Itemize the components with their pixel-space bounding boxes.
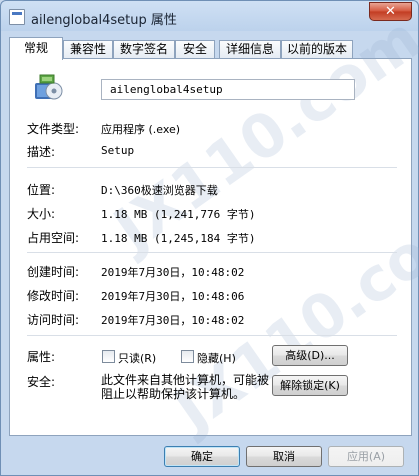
accessed-value: 2019年7月30日，10:48:02 xyxy=(101,314,245,327)
advanced-button[interactable]: 高级(D)... xyxy=(272,345,348,366)
accessed-label: 访问时间: xyxy=(27,313,80,327)
readonly-label[interactable]: 只读(R) xyxy=(118,350,156,366)
general-panel: JX110.com JX110.com ailenglobal4setup 文件… xyxy=(9,3,419,445)
tab-general[interactable]: 常规 xyxy=(9,37,63,60)
modified-value: 2019年7月30日，10:48:06 xyxy=(101,290,245,303)
properties-window: ailenglobal4setup 属性 ✕ 常规 兼容性 数字签名 安全 详细… xyxy=(0,0,419,476)
close-button[interactable]: ✕ xyxy=(369,2,412,21)
disk-size-label: 占用空间: xyxy=(27,231,80,245)
unblock-button[interactable]: 解除锁定(K) xyxy=(272,375,348,396)
size-label: 大小: xyxy=(27,207,56,221)
created-value: 2019年7月30日，10:48:02 xyxy=(101,266,245,279)
hidden-checkbox[interactable] xyxy=(181,350,194,363)
apply-button[interactable]: 应用(A) xyxy=(328,446,404,467)
created-label: 创建时间: xyxy=(27,265,80,279)
tab-compatibility[interactable]: 兼容性 xyxy=(63,40,113,59)
file-name-input[interactable]: ailenglobal4setup xyxy=(101,79,355,100)
tab-digital-signatures[interactable]: 数字签名 xyxy=(113,40,175,59)
window-title: ailenglobal4setup 属性 xyxy=(31,13,177,28)
tab-previous-versions[interactable]: 以前的版本 xyxy=(281,40,353,59)
file-type-label: 文件类型: xyxy=(27,122,80,136)
security-warning-text: 此文件来自其他计算机，可能被阻止以帮助保护该计算机。 xyxy=(101,373,270,401)
size-value: 1.18 MB (1,241,776 字节) xyxy=(101,208,256,221)
title-bar[interactable]: ailenglobal4setup 属性 ✕ xyxy=(1,1,418,33)
tab-details[interactable]: 详细信息 xyxy=(219,40,281,59)
separator xyxy=(27,335,397,336)
separator xyxy=(27,252,397,253)
setup-app-icon xyxy=(35,74,63,100)
cancel-button[interactable]: 取消 xyxy=(246,446,322,467)
location-label: 位置: xyxy=(27,183,56,197)
description-value: Setup xyxy=(101,144,135,157)
readonly-checkbox[interactable] xyxy=(102,350,115,363)
location-value: D:\360极速浏览器下载 xyxy=(101,184,218,197)
separator xyxy=(27,167,397,168)
disk-size-value: 1.18 MB (1,245,184 字节) xyxy=(101,232,256,245)
tab-security[interactable]: 安全 xyxy=(175,40,215,59)
modified-label: 修改时间: xyxy=(27,289,80,303)
hidden-label[interactable]: 隐藏(H) xyxy=(197,350,236,366)
security-label: 安全: xyxy=(27,375,56,389)
file-icon xyxy=(9,9,25,25)
description-label: 描述: xyxy=(27,145,56,159)
attributes-label: 属性: xyxy=(27,350,56,364)
file-type-value: 应用程序 (.exe) xyxy=(101,123,181,136)
ok-button[interactable]: 确定 xyxy=(164,446,240,467)
tab-strip: 常规 兼容性 数字签名 安全 详细信息 以前的版本 xyxy=(9,37,411,60)
